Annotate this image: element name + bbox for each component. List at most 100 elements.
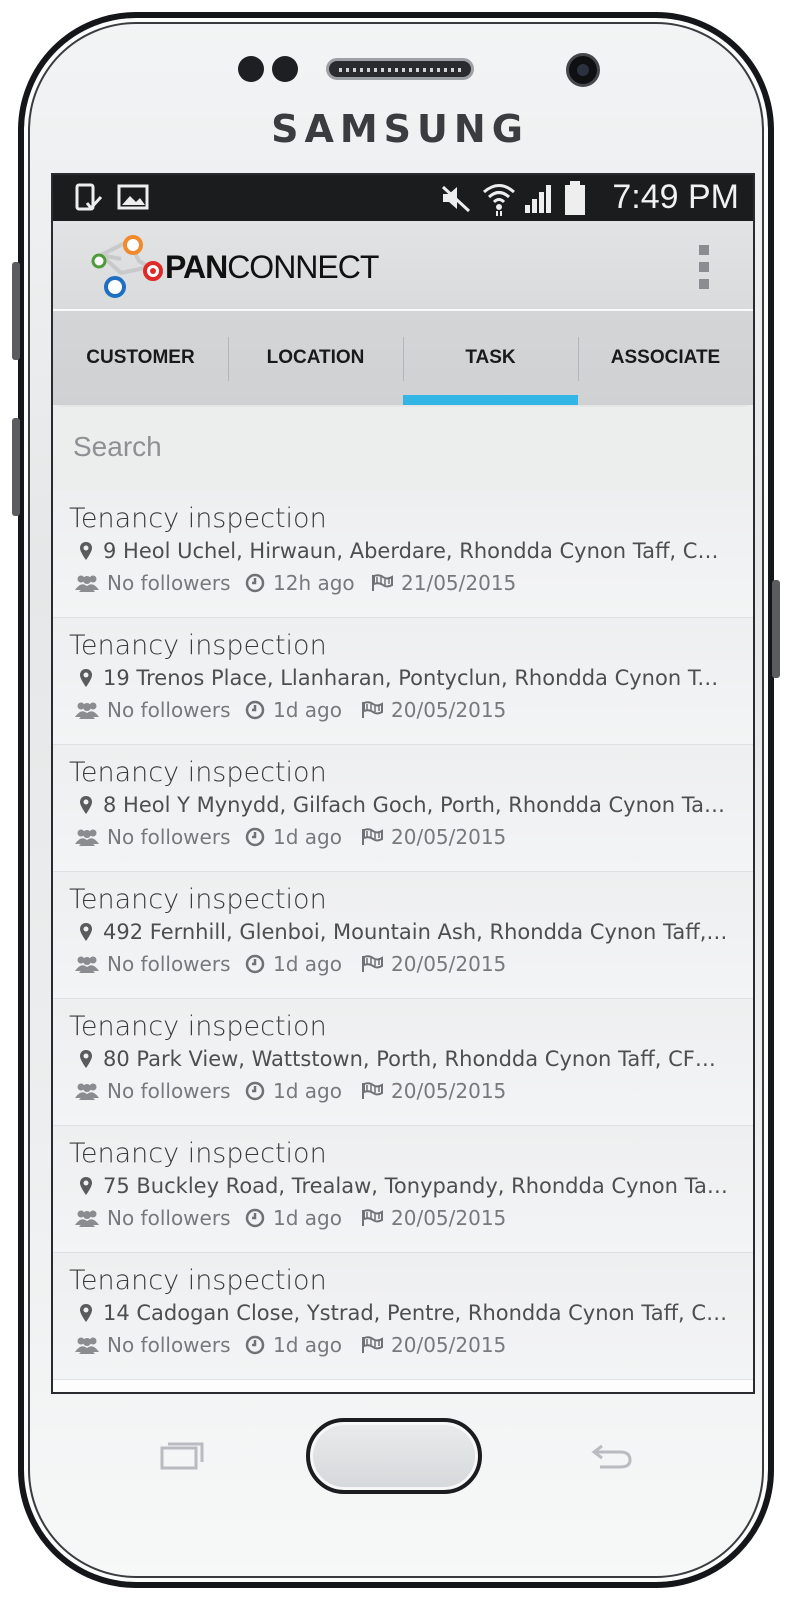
clock-icon: [245, 1081, 265, 1101]
volume-down-button: [12, 418, 20, 516]
home-button[interactable]: [306, 1418, 482, 1494]
task-age-text: 1d ago: [273, 1079, 342, 1103]
task-title: Tenancy inspection: [69, 1011, 327, 1042]
task-followers-text: No followers: [107, 825, 231, 849]
task-meta: No followers 1d ago 20/05/2015: [69, 825, 753, 849]
app-title-rest: CONNECT: [227, 249, 379, 285]
task-title: Tenancy inspection: [69, 757, 327, 788]
task-followers: No followers: [75, 952, 245, 976]
volume-button: [12, 262, 20, 360]
task-date: 20/05/2015: [361, 1206, 506, 1230]
sensors: [238, 56, 298, 82]
task-title: Tenancy inspection: [69, 503, 327, 534]
task-list-item[interactable]: Tenancy inspection 492 Fernhill, Glenboi…: [53, 872, 753, 999]
task-address-text: 8 Heol Y Mynydd, Gilfach Goch, Porth, Rh…: [103, 793, 729, 817]
tab-task[interactable]: TASK: [403, 311, 578, 405]
task-followers-text: No followers: [107, 571, 231, 595]
followers-icon: [75, 1210, 99, 1227]
task-address-text: 492 Fernhill, Glenboi, Mountain Ash, Rho…: [103, 920, 729, 944]
flag-icon: [362, 1336, 383, 1353]
task-date: 20/05/2015: [361, 1333, 506, 1357]
clock-icon: [245, 954, 265, 974]
back-icon[interactable]: [590, 1440, 634, 1470]
task-age: 1d ago: [245, 1079, 361, 1103]
task-list-item[interactable]: Tenancy inspection 9 Heol Uchel, Hirwaun…: [53, 491, 753, 618]
status-time: 7:49 PM: [612, 178, 739, 216]
task-date-text: 20/05/2015: [391, 1333, 507, 1357]
task-address: 19 Trenos Place, Llanharan, Pontyclun, R…: [69, 666, 729, 690]
task-date-text: 20/05/2015: [391, 698, 507, 722]
clock-icon: [245, 1335, 265, 1355]
task-meta: No followers 1d ago 20/05/2015: [69, 1079, 753, 1103]
task-address: 80 Park View, Wattstown, Porth, Rhondda …: [69, 1047, 729, 1071]
task-date: 21/05/2015: [371, 571, 516, 595]
task-followers-text: No followers: [107, 1333, 231, 1357]
tab-customer[interactable]: CUSTOMER: [53, 311, 228, 405]
task-date: 20/05/2015: [361, 825, 506, 849]
tab-associate[interactable]: ASSOCIATE: [578, 311, 753, 405]
clock-icon: [245, 827, 265, 847]
pin-icon: [80, 1304, 92, 1322]
tab-location[interactable]: LOCATION: [228, 311, 403, 405]
task-followers: No followers: [75, 698, 245, 722]
task-list-item[interactable]: Tenancy inspection 75 Buckley Road, Trea…: [53, 1126, 753, 1253]
device-check-icon: [75, 183, 103, 211]
followers-icon: [75, 1083, 99, 1100]
search-bar: [53, 407, 753, 491]
app-bar: PANCONNECT: [53, 221, 753, 309]
flag-icon: [362, 701, 383, 718]
task-meta: No followers 12h ago 21/05/2015: [69, 571, 753, 595]
mute-icon: [441, 185, 471, 213]
task-date-text: 21/05/2015: [401, 571, 517, 595]
task-list: Tenancy inspection 9 Heol Uchel, Hirwaun…: [53, 491, 753, 1380]
task-age-text: 1d ago: [273, 1206, 342, 1230]
task-list-item[interactable]: Tenancy inspection 8 Heol Y Mynydd, Gilf…: [53, 745, 753, 872]
earpiece: [326, 58, 474, 80]
task-age-text: 1d ago: [273, 825, 342, 849]
pin-icon: [80, 796, 92, 814]
clock-icon: [245, 573, 265, 593]
task-address-text: 75 Buckley Road, Trealaw, Tonypandy, Rho…: [103, 1174, 729, 1198]
followers-icon: [75, 1337, 99, 1354]
task-title: Tenancy inspection: [69, 1265, 327, 1296]
task-date: 20/05/2015: [361, 698, 506, 722]
task-address-text: 80 Park View, Wattstown, Porth, Rhondda …: [103, 1047, 729, 1071]
task-title: Tenancy inspection: [69, 884, 327, 915]
task-address: 75 Buckley Road, Trealaw, Tonypandy, Rho…: [69, 1174, 729, 1198]
task-age: 1d ago: [245, 698, 361, 722]
task-date-text: 20/05/2015: [391, 1079, 507, 1103]
task-list-item[interactable]: Tenancy inspection 14 Cadogan Close, Yst…: [53, 1253, 753, 1380]
task-title: Tenancy inspection: [69, 630, 327, 661]
pin-icon: [80, 1177, 92, 1195]
task-age-text: 1d ago: [273, 698, 342, 722]
overflow-menu-icon[interactable]: [699, 245, 709, 289]
flag-icon: [362, 828, 383, 845]
power-button: [772, 580, 780, 678]
task-followers-text: No followers: [107, 698, 231, 722]
signal-icon: [525, 185, 551, 213]
task-followers-text: No followers: [107, 1206, 231, 1230]
task-age-text: 12h ago: [273, 571, 355, 595]
flag-icon: [362, 955, 383, 972]
device-brand: SAMSUNG: [271, 107, 529, 151]
recent-apps-icon[interactable]: [160, 1438, 204, 1470]
front-camera: [566, 53, 600, 87]
flag-icon: [362, 1209, 383, 1226]
task-address-text: 9 Heol Uchel, Hirwaun, Aberdare, Rhondda…: [103, 539, 729, 563]
task-meta: No followers 1d ago 20/05/2015: [69, 1206, 753, 1230]
task-age: 1d ago: [245, 1333, 361, 1357]
task-date: 20/05/2015: [361, 1079, 506, 1103]
clock-icon: [245, 700, 265, 720]
tab-bar: CUSTOMER LOCATION TASK ASSOCIATE: [53, 311, 753, 405]
task-followers: No followers: [75, 825, 245, 849]
task-list-item[interactable]: Tenancy inspection 80 Park View, Wattsto…: [53, 999, 753, 1126]
search-input[interactable]: [71, 421, 715, 473]
screen: 7:49 PM PANCONNECT CUSTOMER LOCATION TAS…: [51, 173, 755, 1394]
task-address-text: 14 Cadogan Close, Ystrad, Pentre, Rhondd…: [103, 1301, 729, 1325]
task-age: 12h ago: [245, 571, 371, 595]
followers-icon: [75, 956, 99, 973]
status-bar: 7:49 PM: [53, 175, 753, 221]
task-date-text: 20/05/2015: [391, 1206, 507, 1230]
task-list-item[interactable]: Tenancy inspection 19 Trenos Place, Llan…: [53, 618, 753, 745]
flag-icon: [372, 574, 393, 591]
